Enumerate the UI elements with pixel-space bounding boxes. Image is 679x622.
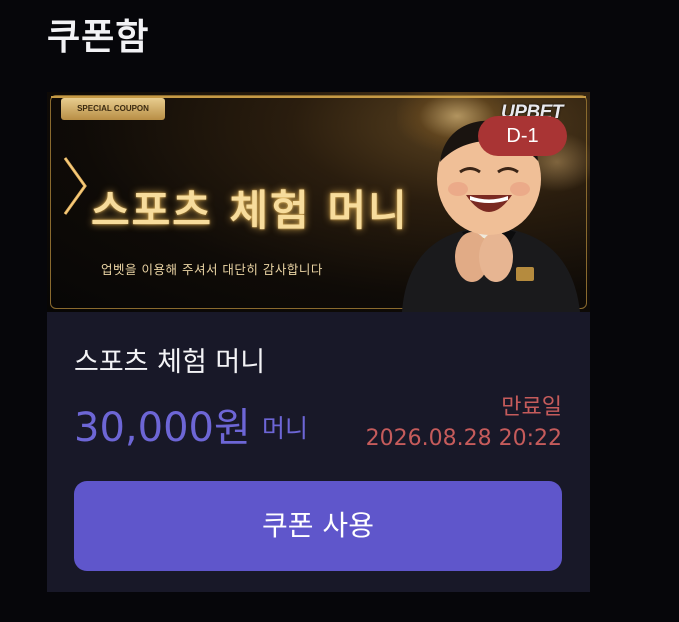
special-coupon-badge: SPECIAL COUPON	[61, 98, 165, 120]
coupon-banner: SPECIAL COUPON UPBET 스포츠 체험 머니 업벳을 이용해 주…	[47, 92, 590, 312]
coupon-card: SPECIAL COUPON UPBET 스포츠 체험 머니 업벳을 이용해 주…	[47, 92, 590, 592]
coupon-amount: 30,000원	[74, 405, 251, 451]
coupon-amount-unit: 머니	[262, 414, 309, 443]
expiry-date: 2026.08.28 20:22	[365, 426, 562, 451]
expiry-label: 만료일	[501, 395, 562, 420]
page-title: 쿠폰함	[47, 17, 150, 58]
chevron-right-icon	[63, 157, 87, 215]
banner-headline: 스포츠 체험 머니	[91, 186, 409, 235]
banner-subline: 업벳을 이용해 주셔서 대단히 감사합니다	[101, 262, 323, 277]
dday-badge: D-1	[478, 116, 567, 156]
use-coupon-button[interactable]: 쿠폰 사용	[74, 481, 562, 571]
coupon-name: 스포츠 체험 머니	[74, 347, 266, 378]
